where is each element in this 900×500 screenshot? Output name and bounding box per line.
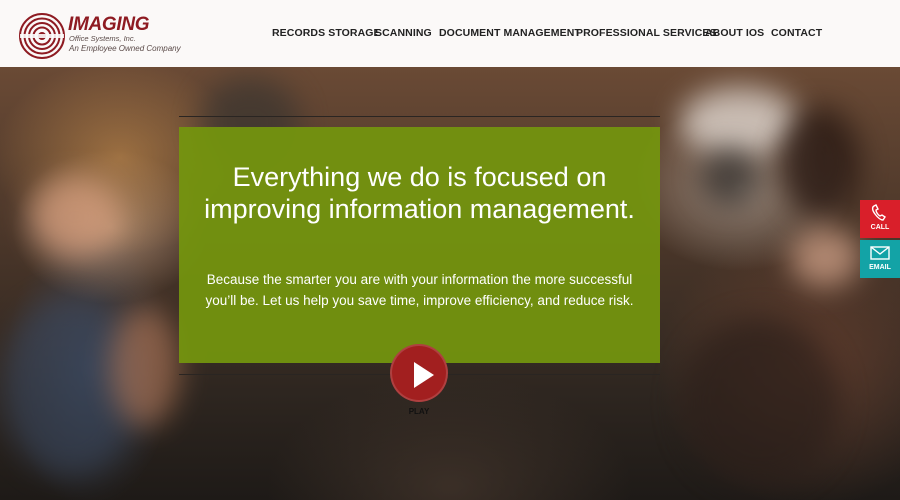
nav-records-storage[interactable]: RECORDS STORAGE — [272, 27, 381, 39]
blur-shape — [110, 307, 180, 427]
blur-shape — [680, 317, 840, 487]
call-label: CALL — [870, 224, 890, 231]
play-video-button[interactable] — [390, 344, 448, 402]
play-label: PLAY — [408, 407, 430, 416]
call-button[interactable]: CALL — [860, 200, 900, 238]
hero-body: Because the smarter you are with your in… — [205, 272, 634, 308]
hero-message-panel: Everything we do is focused on improving… — [179, 127, 660, 363]
phone-icon — [871, 204, 886, 221]
email-button[interactable]: EMAIL — [860, 240, 900, 278]
email-label: EMAIL — [869, 264, 891, 271]
envelope-icon — [870, 246, 890, 260]
nav-professional-services[interactable]: PROFESSIONAL SERVICES — [576, 27, 717, 39]
hero-title: Everything we do is focused on improving… — [204, 162, 635, 224]
play-icon — [414, 362, 434, 388]
nav-contact[interactable]: CONTACT — [771, 27, 822, 39]
logo-tagline: An Employee Owned Company — [69, 44, 181, 53]
blur-shape — [30, 177, 120, 257]
main-nav: RECORDS STORAGE SCANNING DOCUMENT MANAGE… — [0, 27, 900, 41]
site-header: IMAGING Office Systems, Inc. An Employee… — [0, 0, 900, 67]
divider-line-top — [179, 116, 660, 117]
blur-shape — [700, 147, 760, 207]
nav-scanning[interactable]: SCANNING — [375, 27, 432, 39]
nav-about-ios[interactable]: ABOUT IOS — [705, 27, 764, 39]
nav-document-management[interactable]: DOCUMENT MANAGEMENT — [439, 27, 581, 39]
blur-shape — [790, 227, 860, 287]
blur-shape — [780, 107, 860, 217]
